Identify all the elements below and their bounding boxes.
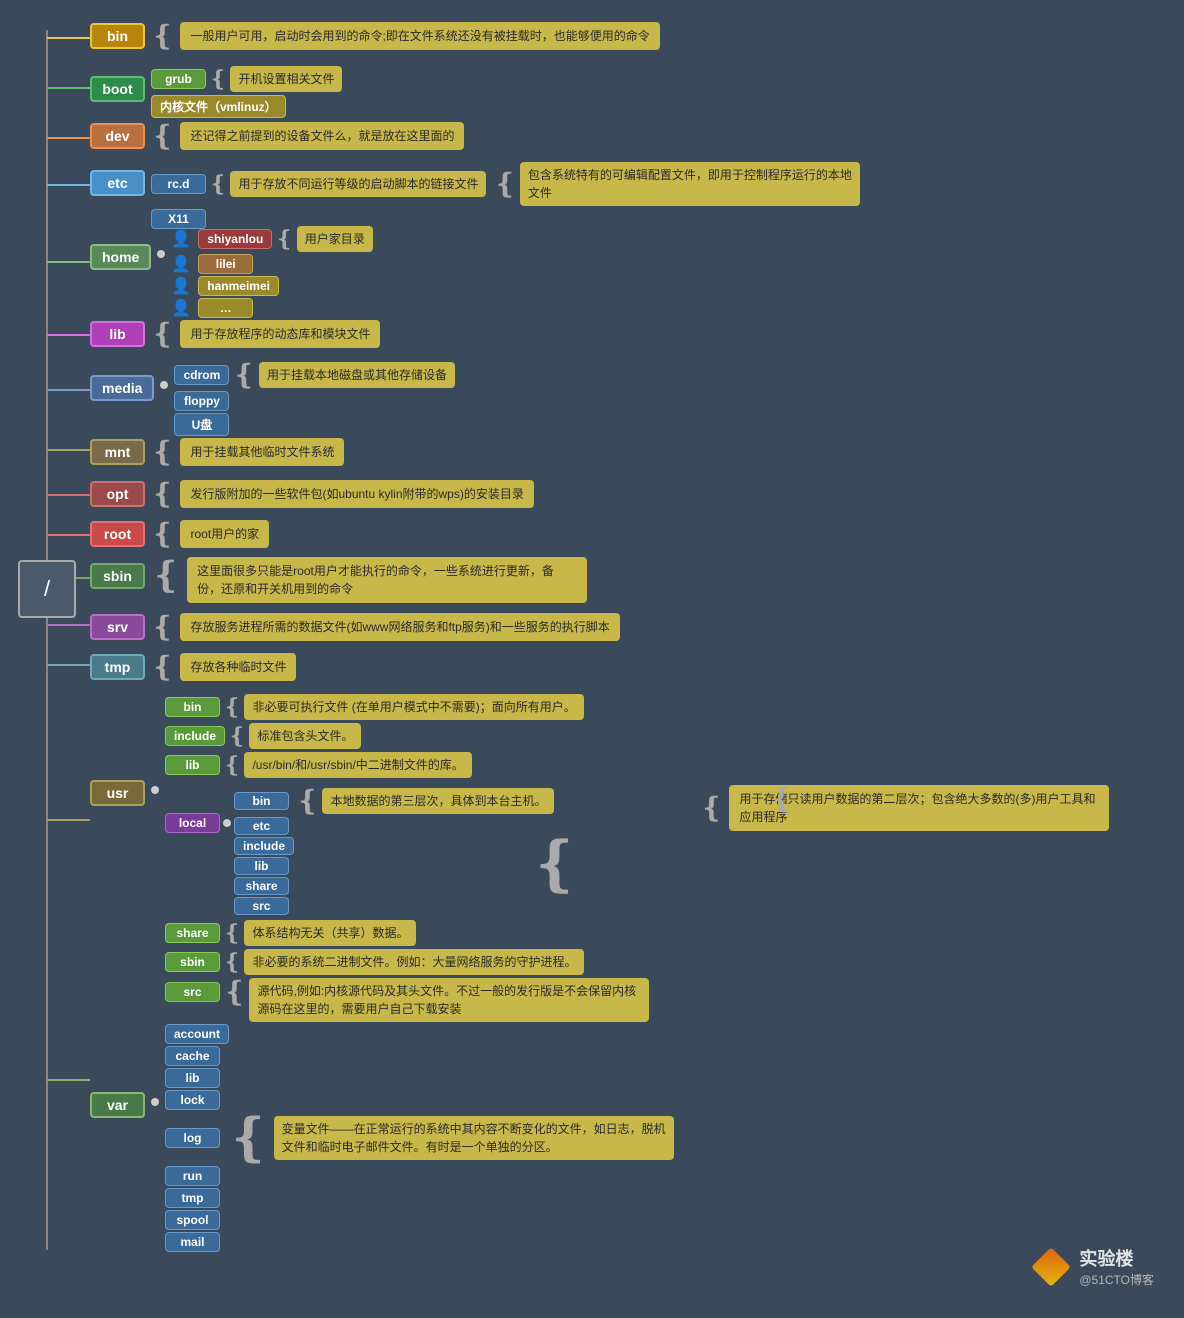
home-lilei: lilei — [198, 254, 253, 274]
usr-bin-desc: 非必要可执行文件 (在单用户模式中不需要)；面向所有用户。 — [244, 694, 583, 720]
boot-row: boot grub ❴ 开机设置相关文件 内核文件（vmlinuz） — [90, 62, 342, 118]
media-node: media — [90, 375, 154, 401]
home-hanmeimei: hanmeimei — [198, 276, 279, 296]
boot-grub: grub — [151, 69, 206, 89]
var-row: var account cache lib lock log ❴ 变量文件——在… — [90, 1020, 674, 1252]
var-lib: lib — [165, 1068, 220, 1088]
tmp-row: tmp ❴ 存放各种临时文件 — [90, 653, 296, 681]
var-account: account — [165, 1024, 229, 1044]
var-cache: cache — [165, 1046, 220, 1066]
srv-node: srv — [90, 614, 145, 640]
boot-desc: 开机设置相关文件 — [230, 66, 342, 92]
usr-sbin-desc: 非必要的系统二进制文件。例如：大量网络服务的守护进程。 — [244, 949, 584, 975]
root-dir-node: root — [90, 521, 145, 547]
local-bin: bin — [234, 792, 289, 810]
media-desc: 用于挂载本地磁盘或其他存储设备 — [259, 362, 455, 388]
usr-src: src — [165, 982, 220, 1002]
local-src: src — [234, 897, 289, 915]
mnt-node: mnt — [90, 439, 145, 465]
dev-desc: 还记得之前提到的设备文件么，就是放在这里面的 — [180, 122, 464, 150]
lib-desc: 用于存放程序的动态库和模块文件 — [180, 320, 380, 348]
var-desc: 变量文件——在正常运行的系统中其内容不断变化的文件，如日志，脱机文件和临时电子邮… — [274, 1116, 674, 1160]
local-desc: 本地数据的第三层次，具体到本台主机。 — [322, 788, 554, 814]
var-mail: mail — [165, 1232, 220, 1252]
usr-share-desc: 体系结构无关（共享）数据。 — [244, 920, 416, 946]
tmp-desc: 存放各种临时文件 — [180, 653, 296, 681]
sbin-node: sbin — [90, 563, 145, 589]
lib-node: lib — [90, 321, 145, 347]
var-node: var — [90, 1092, 145, 1118]
usr-bin: bin — [165, 697, 220, 717]
sbin-row: sbin ❴ 这里面很多只能是root用户才能执行的命令，一些系统进行更新，备份… — [90, 557, 587, 603]
var-log: log — [165, 1128, 220, 1148]
lib-row: lib ❴ 用于存放程序的动态库和模块文件 — [90, 320, 380, 348]
opt-row: opt ❴ 发行版附加的一些软件包(如ubuntu kylin附带的wps)的安… — [90, 480, 534, 508]
etc-node: etc — [90, 170, 145, 196]
home-desc: 用户家目录 — [297, 226, 373, 252]
usr-node: usr — [90, 780, 145, 806]
mnt-desc: 用于挂载其他临时文件系统 — [180, 438, 344, 466]
etc-subdesc: 用于存放不同运行等级的启动脚本的链接文件 — [230, 171, 486, 197]
root-dir-row: root ❴ root用户的家 — [90, 520, 269, 548]
home-shiyanlou: shiyanlou — [198, 229, 272, 249]
etc-row: etc rc.d ❴ 用于存放不同运行等级的启动脚本的链接文件 ❴ 包含系统特有… — [90, 158, 860, 229]
tmp-node: tmp — [90, 654, 145, 680]
bin-row: bin ❴ 一般用户可用，启动时会用到的命令;即在文件系统还没有被挂载时，也能够… — [90, 22, 660, 50]
media-cdrom: cdrom — [174, 365, 229, 385]
dev-row: dev ❴ 还记得之前提到的设备文件么，就是放在这里面的 — [90, 122, 464, 150]
var-spool: spool — [165, 1210, 220, 1230]
usr-share: share — [165, 923, 220, 943]
usr-include: include — [165, 726, 225, 746]
etc-rcd: rc.d — [151, 174, 206, 194]
boot-vmlinuz: 内核文件（vmlinuz） — [151, 95, 286, 118]
mnt-row: mnt ❴ 用于挂载其他临时文件系统 — [90, 438, 344, 466]
usr-right-desc-wrapper: ❴ 用于存储只读用户数据的第二层次；包含绝大多数的(多)用户工具和应用程序 — [700, 785, 1109, 831]
home-row: home 👤 shiyanlou ❴ 用户家目录 👤 lilei 👤 hanme… — [90, 222, 373, 318]
usr-include-desc: 标准包含头文件。 — [249, 723, 361, 749]
usr-lib: lib — [165, 755, 220, 775]
root-dir-desc: root用户的家 — [180, 520, 269, 548]
local-lib: lib — [234, 857, 289, 875]
local-etc: etc — [234, 817, 289, 835]
boot-node: boot — [90, 76, 145, 102]
root-node: / — [18, 560, 76, 618]
var-lock: lock — [165, 1090, 220, 1110]
dev-node: dev — [90, 123, 145, 149]
etc-desc: 包含系统特有的可编辑配置文件，即用于控制程序运行的本地文件 — [520, 162, 860, 206]
media-floppy: floppy — [174, 391, 229, 411]
bin-desc: 一般用户可用，启动时会用到的命令;即在文件系统还没有被挂载时，也能够便用的命令 — [180, 22, 659, 50]
sbin-desc: 这里面很多只能是root用户才能执行的命令，一些系统进行更新，备份，还原和开关机… — [187, 557, 587, 603]
home-node: home — [90, 244, 151, 270]
var-tmp: tmp — [165, 1188, 220, 1208]
local-include: include — [234, 837, 294, 855]
opt-node: opt — [90, 481, 145, 507]
usr-lib-desc: /usr/bin/和/usr/sbin/中二进制文件的库。 — [244, 752, 471, 778]
local-share: share — [234, 877, 289, 895]
media-usb: U盘 — [174, 413, 229, 436]
watermark-sub: @51CTO博客 — [1079, 1271, 1154, 1288]
usr-row: usr bin ❴ 非必要可执行文件 (在单用户模式中不需要)；面向所有用户。 … — [90, 690, 649, 1022]
usr-local: local — [165, 813, 220, 833]
media-row: media cdrom ❴ 用于挂载本地磁盘或其他存储设备 floppy U盘 — [90, 357, 455, 436]
srv-row: srv ❴ 存放服务进程所需的数据文件(如www网络服务和ftp服务)和一些服务… — [90, 613, 620, 641]
root-label: / — [44, 576, 50, 602]
srv-desc: 存放服务进程所需的数据文件(如www网络服务和ftp服务)和一些服务的执行脚本 — [180, 613, 619, 641]
home-more: … — [198, 298, 253, 318]
watermark: 实验楼 @51CTO博客 — [1031, 1245, 1154, 1288]
var-run: run — [165, 1166, 220, 1186]
usr-sbin: sbin — [165, 952, 220, 972]
usr-src-desc: 源代码,例如:内核源代码及其头文件。不过一般的发行版是不会保留内核源码在这里的，… — [249, 978, 649, 1022]
opt-desc: 发行版附加的一些软件包(如ubuntu kylin附带的wps)的安装目录 — [180, 480, 533, 508]
bin-node: bin — [90, 23, 145, 49]
watermark-name: 实验楼 — [1079, 1245, 1154, 1271]
